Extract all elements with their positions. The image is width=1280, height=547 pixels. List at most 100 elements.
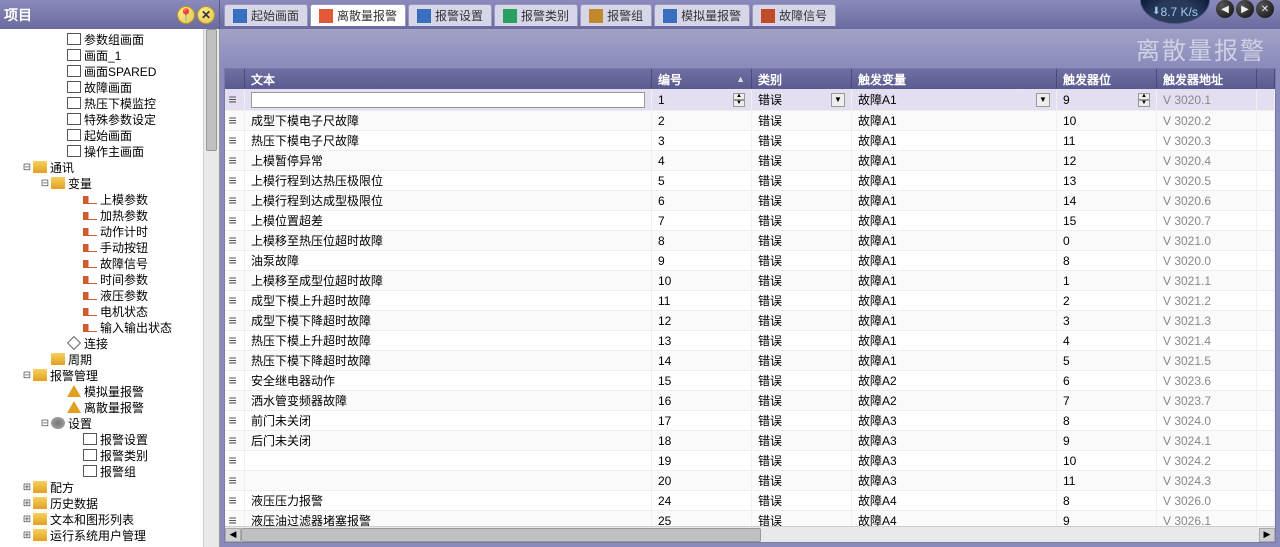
expand-toggle[interactable]: ⊟ [22,370,32,381]
col-header-category[interactable]: 类别 [752,69,852,89]
row-handle[interactable] [225,111,245,130]
table-row[interactable]: 后门未关闭18错误故障A39V 3024.1 [225,431,1275,451]
table-row[interactable]: 成型下模电子尺故障2错误故障A110V 3020.2 [225,111,1275,131]
table-row[interactable]: 热压下模电子尺故障3错误故障A111V 3020.3 [225,131,1275,151]
table-row[interactable]: 上模暂停异常4错误故障A112V 3020.4 [225,151,1275,171]
row-handle[interactable] [225,451,245,470]
row-handle[interactable] [225,511,245,526]
row-handle[interactable] [225,311,245,330]
tree-node-变量[interactable]: ⊟变量 [0,175,203,191]
tree-node-手动按钮[interactable]: 手动按钮 [0,239,203,255]
tree-node-连接[interactable]: 连接 [0,335,203,351]
tree-node-液压参数[interactable]: 液压参数 [0,287,203,303]
row-handle[interactable] [225,271,245,290]
tree-node-模拟量报警[interactable]: 模拟量报警 [0,383,203,399]
tree-node-故障信号[interactable]: 故障信号 [0,255,203,271]
row-handle[interactable] [225,431,245,450]
tree-node-通讯[interactable]: ⊟通讯 [0,159,203,175]
expand-toggle[interactable]: ⊞ [22,530,32,541]
table-row[interactable]: 热压下模上升超时故障13错误故障A14V 3021.4 [225,331,1275,351]
row-handle[interactable] [225,131,245,150]
row-handle[interactable] [225,391,245,410]
expand-toggle[interactable]: ⊞ [22,498,32,509]
table-row[interactable]: 洒水管变频器故障16错误故障A27V 3023.7 [225,391,1275,411]
tree-node-参数组画面[interactable]: 参数组画面 [0,31,203,47]
table-row[interactable]: 成型下模上升超时故障11错误故障A12V 3021.2 [225,291,1275,311]
col-header-trigger-var[interactable]: 触发变量 [852,69,1057,89]
table-row[interactable]: 液压油过滤器堵塞报警25错误故障A49V 3026.1 [225,511,1275,526]
table-row[interactable]: 热压下模下降超时故障14错误故障A15V 3021.5 [225,351,1275,371]
table-row[interactable]: 19错误故障A310V 3024.2 [225,451,1275,471]
hscroll-left-button[interactable]: ◀ [225,528,241,542]
tree-node-离散量报警[interactable]: 离散量报警 [0,399,203,415]
row-handle[interactable] [225,171,245,190]
tab-故障信号[interactable]: 故障信号 [752,4,836,26]
row-handle[interactable] [225,251,245,270]
panel-pin-button[interactable]: 📍 [177,6,195,24]
tree-node-电机状态[interactable]: 电机状态 [0,303,203,319]
bit-spinner[interactable]: ▲▼ [1138,93,1150,107]
cat-dropdown-button[interactable]: ▼ [831,93,845,107]
tree-node-操作主画面[interactable]: 操作主画面 [0,143,203,159]
row-handle[interactable] [225,89,245,110]
nav-close-button[interactable]: ✕ [1256,0,1274,18]
tab-起始画面[interactable]: 起始画面 [224,4,308,26]
tree-node-起始画面[interactable]: 起始画面 [0,127,203,143]
tree-node-画面_1[interactable]: 画面_1 [0,47,203,63]
tree-node-设置[interactable]: ⊟设置 [0,415,203,431]
col-header-text[interactable]: 文本 [245,69,652,89]
table-row[interactable]: 上模移至成型位超时故障10错误故障A11V 3021.1 [225,271,1275,291]
nav-back-button[interactable]: ◀ [1216,0,1234,18]
table-row[interactable]: 安全继电器动作15错误故障A26V 3023.6 [225,371,1275,391]
tree-node-故障画面[interactable]: 故障画面 [0,79,203,95]
expand-toggle[interactable]: ⊟ [40,178,50,189]
row-handle[interactable] [225,231,245,250]
tree-node-加热参数[interactable]: 加热参数 [0,207,203,223]
tab-报警组[interactable]: 报警组 [580,4,652,26]
row-handle[interactable] [225,491,245,510]
tree-node-热压下模监控[interactable]: 热压下模监控 [0,95,203,111]
tree-node-报警类别[interactable]: 报警类别 [0,447,203,463]
row-handle[interactable] [225,371,245,390]
table-row[interactable]: 前门未关闭17错误故障A38V 3024.0 [225,411,1275,431]
tree-node-特殊参数设定[interactable]: 特殊参数设定 [0,111,203,127]
nav-forward-button[interactable]: ▶ [1236,0,1254,18]
table-row[interactable]: 上模行程到达成型极限位6错误故障A114V 3020.6 [225,191,1275,211]
tree-node-报警组[interactable]: 报警组 [0,463,203,479]
tree-node-时间参数[interactable]: 时间参数 [0,271,203,287]
var-dropdown-button[interactable]: ▼ [1036,93,1050,107]
panel-close-button[interactable]: ✕ [197,6,215,24]
expand-toggle[interactable]: ⊟ [22,162,32,173]
table-row[interactable]: 20错误故障A311V 3024.3 [225,471,1275,491]
grid-hscrollbar[interactable]: ◀ ▶ [225,526,1275,542]
table-row[interactable]: 上模位置超差7错误故障A115V 3020.7 [225,211,1275,231]
row-handle[interactable] [225,191,245,210]
tree-node-报警设置[interactable]: 报警设置 [0,431,203,447]
row-handle[interactable] [225,471,245,490]
tree-node-画面SPARED[interactable]: 画面SPARED [0,63,203,79]
row-handle[interactable] [225,211,245,230]
tree-node-动作计时[interactable]: 动作计时 [0,223,203,239]
tree-node-周期[interactable]: 周期 [0,351,203,367]
expand-toggle[interactable]: ⊟ [40,418,50,429]
filter-text-input[interactable] [251,92,645,108]
id-spinner[interactable]: ▲▼ [733,93,745,107]
col-header-trigger-addr[interactable]: 触发器地址 [1157,69,1257,89]
tab-报警类别[interactable]: 报警类别 [494,4,578,26]
tree-node-配方[interactable]: ⊞配方 [0,479,203,495]
expand-toggle[interactable]: ⊞ [22,482,32,493]
tree-node-文本和图形列表[interactable]: ⊞文本和图形列表 [0,511,203,527]
row-handle[interactable] [225,411,245,430]
hscroll-right-button[interactable]: ▶ [1259,528,1275,542]
table-row[interactable]: 成型下模下降超时故障12错误故障A13V 3021.3 [225,311,1275,331]
row-handle[interactable] [225,351,245,370]
col-header-id[interactable]: 编号▲ [652,69,752,89]
col-header-trigger-bit[interactable]: 触发器位 [1057,69,1157,89]
tree-node-历史数据[interactable]: ⊞历史数据 [0,495,203,511]
tree-node-报警管理[interactable]: ⊟报警管理 [0,367,203,383]
tree-node-输入输出状态[interactable]: 输入输出状态 [0,319,203,335]
tree-scrollbar[interactable] [203,29,219,547]
expand-toggle[interactable]: ⊞ [22,514,32,525]
table-row[interactable]: 上模移至热压位超时故障8错误故障A10V 3021.0 [225,231,1275,251]
row-handle[interactable] [225,291,245,310]
